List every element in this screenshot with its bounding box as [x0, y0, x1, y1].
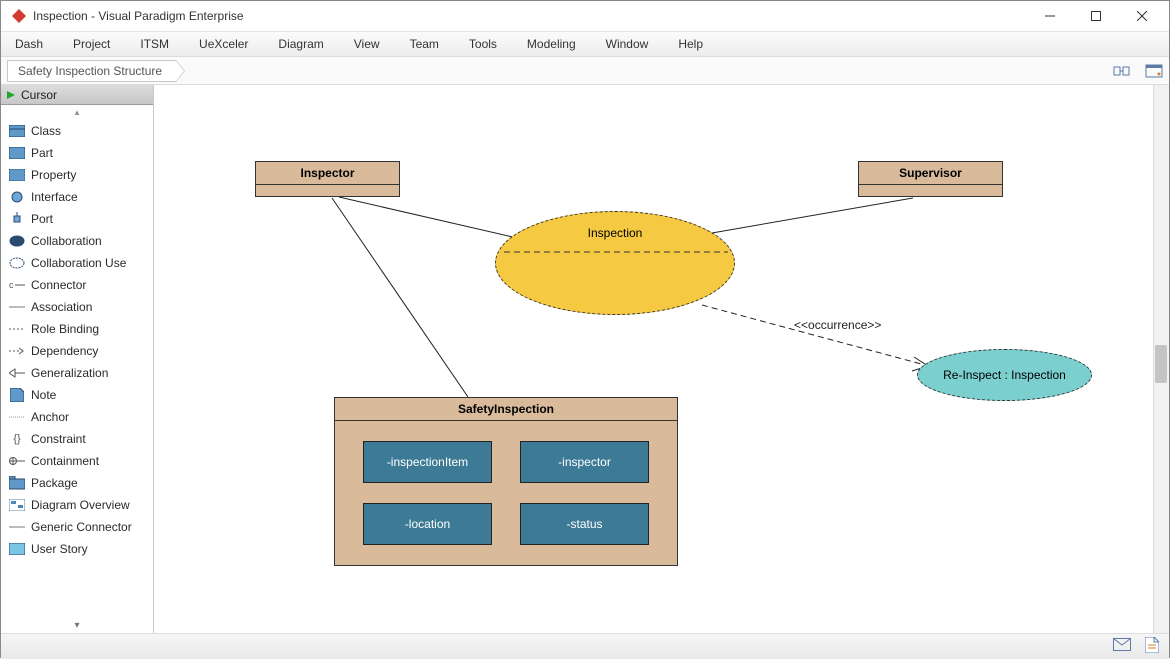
node-inspector-title: Inspector	[256, 162, 399, 184]
class-icon	[9, 125, 25, 137]
occurrence-label: <<occurrence>>	[794, 318, 881, 332]
containment-icon	[9, 455, 25, 467]
layout-icon[interactable]	[1113, 62, 1131, 80]
breadcrumb[interactable]: Safety Inspection Structure	[7, 60, 176, 82]
maximize-button[interactable]	[1073, 1, 1119, 31]
palette-expand-down[interactable]: ▾	[1, 618, 153, 633]
node-reinspect[interactable]: Re-Inspect : Inspection	[917, 349, 1092, 401]
diagram-overview-icon	[9, 499, 25, 511]
app-icon	[11, 8, 27, 24]
palette-item-connector[interactable]: cConnector	[1, 274, 153, 296]
menu-uexceler[interactable]: UeXceler	[199, 37, 248, 51]
user-story-icon	[9, 543, 25, 555]
menu-project[interactable]: Project	[73, 37, 110, 51]
palette-item-note[interactable]: Note	[1, 384, 153, 406]
palette-item-property[interactable]: Property	[1, 164, 153, 186]
palette-item-interface[interactable]: Interface	[1, 186, 153, 208]
breadcrumb-bar: Safety Inspection Structure	[1, 57, 1169, 85]
diagram-canvas[interactable]: Inspector Supervisor Inspection Re-Inspe…	[154, 85, 1169, 633]
node-reinspect-title: Re-Inspect : Inspection	[943, 368, 1066, 382]
palette-item-part[interactable]: Part	[1, 142, 153, 164]
constraint-icon: {}	[9, 433, 25, 445]
property-icon	[9, 169, 25, 181]
vertical-scrollbar[interactable]	[1153, 85, 1169, 633]
palette-item-constraint[interactable]: {}Constraint	[1, 428, 153, 450]
connector-icon: c	[9, 279, 25, 291]
palette-list: Class Part Property Interface Port Colla…	[1, 120, 153, 560]
palette-item-generic-connector[interactable]: Generic Connector	[1, 516, 153, 538]
minimize-button[interactable]	[1027, 1, 1073, 31]
mail-icon[interactable]	[1113, 638, 1131, 655]
generalization-icon	[9, 367, 25, 379]
svg-text:c: c	[9, 280, 14, 290]
menu-window[interactable]: Window	[606, 37, 649, 51]
menu-team[interactable]: Team	[410, 37, 439, 51]
note-status-icon[interactable]	[1145, 637, 1159, 656]
window-title: Inspection - Visual Paradigm Enterprise	[33, 9, 1027, 23]
port-icon	[9, 213, 25, 225]
scrollbar-thumb[interactable]	[1155, 345, 1167, 383]
interface-icon	[9, 191, 25, 203]
menu-view[interactable]: View	[354, 37, 380, 51]
slot-inspector[interactable]: -inspector	[520, 441, 649, 483]
slot-inspectionitem[interactable]: -inspectionItem	[363, 441, 492, 483]
role-binding-icon	[9, 323, 25, 335]
dependency-icon	[9, 345, 25, 357]
menu-dash[interactable]: Dash	[15, 37, 43, 51]
collaboration-use-icon	[9, 257, 25, 269]
palette-collapse-up[interactable]: ▴	[1, 105, 153, 120]
menu-tools[interactable]: Tools	[469, 37, 497, 51]
collaboration-icon	[9, 235, 25, 247]
slot-location[interactable]: -location	[363, 503, 492, 545]
palette-item-anchor[interactable]: Anchor	[1, 406, 153, 428]
anchor-icon	[9, 411, 25, 423]
palette-cursor-label: Cursor	[21, 88, 57, 102]
palette: Cursor ▴ Class Part Property Interface P…	[1, 85, 154, 633]
generic-connector-icon	[9, 521, 25, 533]
package-icon	[9, 477, 25, 489]
palette-item-collaboration[interactable]: Collaboration	[1, 230, 153, 252]
cursor-icon	[7, 91, 15, 99]
palette-item-collaboration-use[interactable]: Collaboration Use	[1, 252, 153, 274]
node-inspection[interactable]: Inspection	[495, 211, 735, 315]
palette-item-package[interactable]: Package	[1, 472, 153, 494]
palette-item-generalization[interactable]: Generalization	[1, 362, 153, 384]
palette-item-dependency[interactable]: Dependency	[1, 340, 153, 362]
palette-item-diagram-overview[interactable]: Diagram Overview	[1, 494, 153, 516]
part-icon	[9, 147, 25, 159]
palette-item-port[interactable]: Port	[1, 208, 153, 230]
panel-icon[interactable]	[1145, 62, 1163, 80]
node-safety-inspection-title: SafetyInspection	[335, 398, 677, 421]
node-supervisor[interactable]: Supervisor	[858, 161, 1003, 197]
menu-help[interactable]: Help	[678, 37, 703, 51]
close-button[interactable]	[1119, 1, 1165, 31]
palette-item-class[interactable]: Class	[1, 120, 153, 142]
menu-diagram[interactable]: Diagram	[278, 37, 323, 51]
content: Cursor ▴ Class Part Property Interface P…	[1, 85, 1169, 633]
breadcrumb-label: Safety Inspection Structure	[18, 64, 162, 78]
node-supervisor-title: Supervisor	[859, 162, 1002, 184]
palette-item-containment[interactable]: Containment	[1, 450, 153, 472]
association-icon	[9, 301, 25, 313]
palette-item-role-binding[interactable]: Role Binding	[1, 318, 153, 340]
menu-itsm[interactable]: ITSM	[140, 37, 169, 51]
node-inspector[interactable]: Inspector	[255, 161, 400, 197]
titlebar: Inspection - Visual Paradigm Enterprise	[1, 1, 1169, 31]
menu-modeling[interactable]: Modeling	[527, 37, 576, 51]
menubar: Dash Project ITSM UeXceler Diagram View …	[1, 31, 1169, 57]
safety-body: -inspectionItem -inspector -location -st…	[335, 421, 677, 565]
palette-item-association[interactable]: Association	[1, 296, 153, 318]
slot-status[interactable]: -status	[520, 503, 649, 545]
palette-item-user-story[interactable]: User Story	[1, 538, 153, 560]
node-safety-inspection[interactable]: SafetyInspection -inspectionItem -inspec…	[334, 397, 678, 566]
statusbar	[1, 633, 1169, 659]
note-icon	[9, 389, 25, 401]
palette-cursor[interactable]: Cursor	[1, 85, 153, 105]
